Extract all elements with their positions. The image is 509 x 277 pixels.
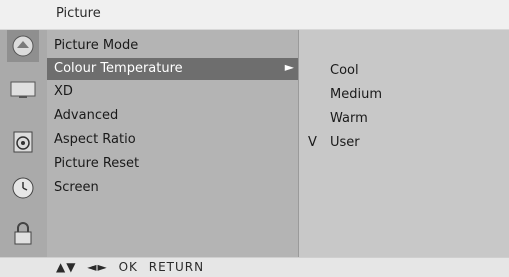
submenu-arrow-icon: ► — [284, 60, 294, 74]
picture-icon — [12, 35, 34, 57]
audio-speaker-icon — [13, 131, 33, 153]
option-warm[interactable]: Warm — [299, 108, 509, 130]
menu-item-aspect-ratio[interactable]: Aspect Ratio — [47, 129, 298, 151]
key-guide: ▲▼ ◄► OK RETURN — [56, 260, 210, 274]
option-cool[interactable]: Cool — [299, 60, 509, 82]
lock-icon — [14, 222, 32, 245]
screen-category[interactable] — [7, 74, 39, 106]
time-category[interactable] — [7, 172, 39, 204]
ok-key-label: OK — [118, 260, 138, 274]
menu-header: Picture — [0, 0, 509, 30]
tv-menu-screen: Picture Picture Mode Colour Temperature … — [0, 0, 509, 277]
menu-item-advanced[interactable]: Advanced — [47, 105, 298, 127]
left-right-arrows-icon: ◄► — [87, 260, 108, 274]
picture-category[interactable] — [7, 30, 39, 62]
audio-category[interactable] — [7, 126, 39, 158]
menu-item-picture-reset[interactable]: Picture Reset — [47, 153, 298, 175]
screen-icon — [10, 81, 36, 98]
option-medium[interactable]: Medium — [299, 84, 509, 106]
menu-title: Picture — [56, 6, 101, 21]
selected-check-icon: V — [308, 135, 317, 150]
return-key-label: RETURN — [148, 260, 205, 274]
colour-temperature-submenu: Cool Medium Warm V User — [298, 30, 509, 257]
clock-icon — [12, 177, 34, 199]
category-icon-column — [0, 30, 47, 257]
lock-category[interactable] — [7, 218, 39, 250]
option-user[interactable]: V User — [299, 132, 509, 154]
menu-item-xd[interactable]: XD — [47, 81, 298, 103]
menu-item-colour-temperature[interactable]: Colour Temperature ► — [47, 58, 298, 80]
picture-menu-panel: Picture Mode Colour Temperature ► XD Adv… — [47, 30, 298, 257]
key-guide-footer: ▲▼ ◄► OK RETURN — [0, 257, 509, 277]
menu-item-picture-mode[interactable]: Picture Mode — [47, 35, 298, 57]
up-down-arrows-icon: ▲▼ — [56, 260, 77, 274]
menu-item-screen[interactable]: Screen — [47, 177, 298, 199]
